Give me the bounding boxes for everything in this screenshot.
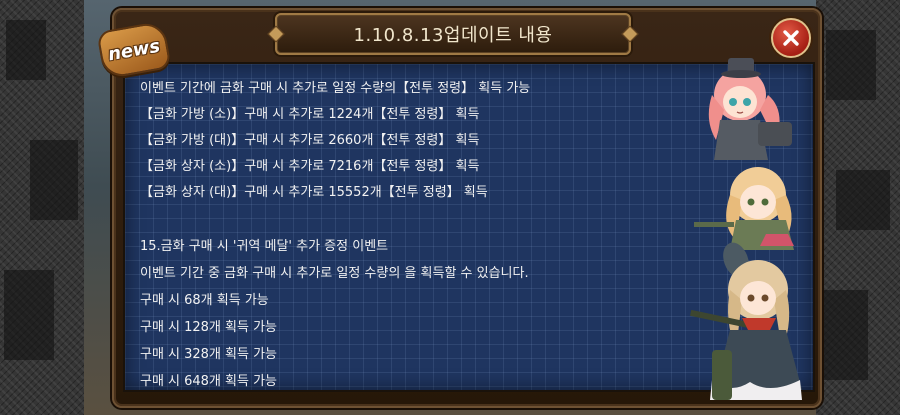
news-line-11: 구매 시 328개 획득 가능	[140, 347, 278, 362]
right-background-strip	[816, 0, 900, 415]
news-line-10: 구매 시 128개 획득 가능	[140, 320, 278, 335]
character-blonde-hair	[694, 167, 794, 250]
news-line-2: 【금화 가방 (소)】구매 시 추가로 1224개【전투 정령】 획득	[140, 107, 480, 122]
close-x-icon	[783, 30, 799, 46]
news-line-1: 이벤트 기간에 금화 구매 시 추가로 일정 수량의【전투 정령】 획득 가능	[140, 81, 531, 96]
news-line-4: 【금화 상자 (소)】구매 시 추가로 7216개【전투 정령】 획득	[140, 159, 480, 174]
news-line-3: 【금화 가방 (대)】구매 시 추가로 2660개【전투 정령】 획득	[140, 133, 480, 148]
popup-title: 1.10.8.13업데이트 내용	[353, 25, 553, 46]
news-badge-label: news	[106, 35, 162, 65]
character-pink-hair	[708, 58, 792, 160]
popup-title-plate: 1.10.8.13업데이트 내용	[275, 13, 631, 55]
news-line-8: 이벤트 기간 중 금화 구매 시 추가로 일정 수량의 을 획득할 수 있습니다…	[140, 266, 529, 281]
character-braided-hair	[690, 242, 802, 400]
news-line-12: 구매 시 648개 획득 가능	[140, 374, 278, 389]
news-line-9: 구매 시 68개 획득 가능	[140, 293, 269, 308]
left-background-strip	[0, 0, 84, 415]
news-line-5: 【금화 상자 (대)】구매 시 추가로 15552개【전투 정령】 획득	[140, 185, 488, 200]
character-illustration	[690, 58, 802, 400]
news-line-7: 15.금화 구매 시 '귀역 메달' 추가 증정 이벤트	[140, 239, 389, 254]
